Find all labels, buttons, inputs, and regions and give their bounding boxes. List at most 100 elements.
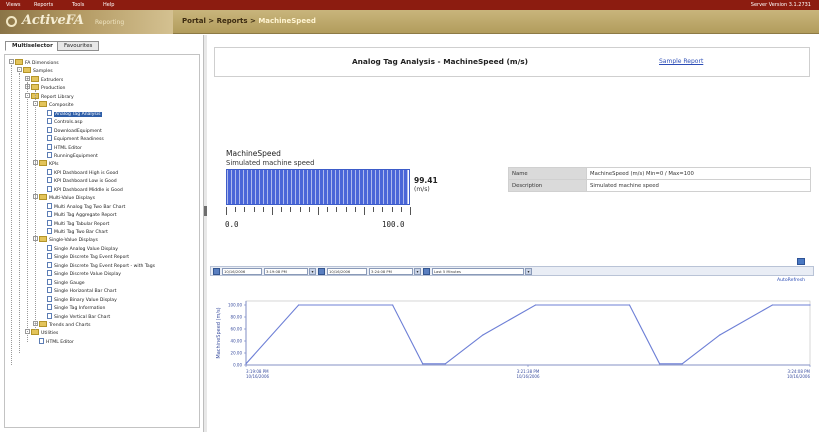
range-icon xyxy=(423,268,430,275)
folder-icon xyxy=(39,194,47,201)
tree-item[interactable]: Single Discrete Value Display xyxy=(41,270,121,278)
menu-help[interactable]: Help xyxy=(103,0,114,10)
end-date-input[interactable]: 10/16/2006 xyxy=(327,268,367,275)
tree-item[interactable]: HTML Editor xyxy=(33,337,74,346)
report-icon xyxy=(47,168,52,175)
tree-folder[interactable]: - Single-Value Displays xyxy=(33,236,98,244)
end-calendar-icon[interactable] xyxy=(318,268,325,275)
data-point xyxy=(392,304,394,306)
start-calendar-icon[interactable] xyxy=(213,268,220,275)
tree-item-label: Single Horizontal Bar Chart xyxy=(54,289,117,295)
y-tick-label: 40.00 xyxy=(231,339,243,344)
breadcrumb: Portal > Reports > MachineSpeed xyxy=(182,17,316,25)
tree-guide-line xyxy=(11,65,12,365)
tree-folder[interactable]: - Multi-Value Displays xyxy=(33,194,95,202)
server-version: Server Version 3.1.2731 xyxy=(750,2,811,8)
x-tick-date-label: 10/16/2006 xyxy=(246,374,270,379)
report-icon xyxy=(47,261,52,268)
tree-item[interactable]: KPI Dashboard Middle is Good xyxy=(41,185,123,194)
time-range-select[interactable]: Last 5 Minutes xyxy=(432,268,524,275)
tree-item[interactable]: Equipment Readiness xyxy=(41,135,104,143)
end-time-dropdown[interactable]: ▾ xyxy=(414,268,421,275)
tree-item-label: Single Binary Value Display xyxy=(54,297,117,303)
menu-reports[interactable]: Reports xyxy=(34,0,53,10)
tree-item[interactable]: Controls.asp xyxy=(41,118,83,126)
report-icon xyxy=(47,135,52,142)
tree-folder[interactable]: - Samples xyxy=(17,67,53,75)
app-window: Views Reports Tools Help Server Version … xyxy=(0,0,819,432)
tree-item[interactable]: Single Discrete Tag Event Report xyxy=(41,253,129,261)
scale-tick xyxy=(410,207,411,215)
start-time-dropdown[interactable]: ▾ xyxy=(309,268,316,275)
tree-item[interactable]: KPI Dashboard Low is Good xyxy=(41,177,117,185)
start-date-input[interactable]: 10/16/2006 xyxy=(222,268,262,275)
tree-item[interactable]: Single Tag Information xyxy=(41,304,105,312)
value-bar-fill xyxy=(227,170,408,204)
panel-splitter[interactable] xyxy=(204,35,207,432)
expand-icon[interactable]: + xyxy=(25,75,30,81)
report-icon xyxy=(47,151,52,158)
tree-item-label: Single-Value Displays xyxy=(49,238,98,244)
tree-folder[interactable]: + Trends and Charts xyxy=(33,320,91,329)
tree-item[interactable]: Multi Tag Aggregate Report xyxy=(41,211,117,219)
end-time-input[interactable]: 3:24:08 PM xyxy=(369,268,413,275)
tree-folder[interactable]: - Utilities xyxy=(25,329,58,337)
report-icon xyxy=(47,287,52,294)
tree-item[interactable]: Single Vertical Bar Chart xyxy=(41,312,110,321)
x-tick-date-label: 10/16/2006 xyxy=(516,374,540,379)
tree-item[interactable]: Multi Tag Tabular Report xyxy=(41,219,109,228)
tree-item-label: DownloadEquipment xyxy=(54,128,102,134)
report-icon xyxy=(47,177,52,184)
scale-tick xyxy=(262,207,264,212)
navigation-panel: Multiselector Favourites - FA Dimensions -… xyxy=(0,35,204,432)
tree-item-label: Multi-Value Displays xyxy=(49,196,96,202)
tree-item[interactable]: Multi Tag Two Bar Chart xyxy=(41,228,108,236)
menu-views[interactable]: Views xyxy=(6,0,20,10)
y-tick-label: 60.00 xyxy=(231,327,243,332)
tree-folder[interactable]: - KPIs xyxy=(33,160,59,168)
menu-tools[interactable]: Tools xyxy=(72,0,84,10)
tree-item-label: Single Gauge xyxy=(54,280,85,286)
tab-multiselector[interactable]: Multiselector xyxy=(5,41,60,51)
sample-report-link[interactable]: Sample Report xyxy=(659,58,703,65)
tree-guide-line xyxy=(27,81,28,342)
tree-folder[interactable]: - Composite xyxy=(33,101,74,109)
tree-item-label: KPI Dashboard Low is Good xyxy=(54,179,117,185)
tree-item[interactable]: Single Discrete Tag Event Report - with … xyxy=(41,261,156,270)
tree-item[interactable]: Analog Tag Analysis xyxy=(41,109,102,118)
breadcrumb-reports[interactable]: Reports xyxy=(217,17,248,25)
time-range-dropdown[interactable]: ▾ xyxy=(525,268,532,275)
tree-folder[interactable]: + Extruders xyxy=(25,75,64,84)
scale-tick xyxy=(308,207,310,212)
tree-item[interactable]: Single Binary Value Display xyxy=(41,295,117,304)
report-icon xyxy=(47,270,52,277)
start-time-input[interactable]: 3:19:08 PM xyxy=(264,268,308,275)
tab-favourites[interactable]: Favourites xyxy=(57,41,100,51)
tree-item[interactable]: KPI Dashboard High is Good xyxy=(41,168,118,177)
collapse-icon[interactable]: - xyxy=(9,59,14,64)
tree-item[interactable]: HTML Editor xyxy=(41,143,82,152)
tree-item-label: KPI Dashboard Middle is Good xyxy=(54,187,123,193)
export-icon[interactable] xyxy=(797,258,805,265)
tree-item[interactable]: DownloadEquipment xyxy=(41,126,102,135)
tree-folder[interactable]: - Report Library xyxy=(25,92,74,101)
tree-item[interactable]: Single Analog Value Display xyxy=(41,244,118,253)
folder-icon xyxy=(23,67,31,74)
scale-min-label: 0.0 xyxy=(225,220,239,229)
tree-item[interactable]: Single Gauge xyxy=(41,278,85,287)
tree-item-label: Multi Analog Tag Two Bar Chart xyxy=(54,204,126,210)
tree-item[interactable]: Single Horizontal Bar Chart xyxy=(41,287,116,295)
report-icon xyxy=(47,185,52,192)
tree-item[interactable]: RunningEquipment xyxy=(41,151,98,160)
tree-item[interactable]: Multi Analog Tag Two Bar Chart xyxy=(41,202,126,211)
tree-folder[interactable]: + Production xyxy=(25,84,65,92)
breadcrumb-portal[interactable]: Portal xyxy=(182,17,206,25)
tree-item-label: Extruders xyxy=(41,77,64,83)
tree-folder[interactable]: - FA Dimensions xyxy=(9,59,59,67)
collapse-icon[interactable]: - xyxy=(17,67,22,73)
data-point xyxy=(245,363,247,365)
tree-item-label: Single Discrete Tag Event Report - with … xyxy=(54,263,156,269)
folder-icon xyxy=(39,236,47,243)
tree-item-label: Single Tag Information xyxy=(54,306,106,312)
splitter-grip-icon[interactable] xyxy=(204,206,207,216)
